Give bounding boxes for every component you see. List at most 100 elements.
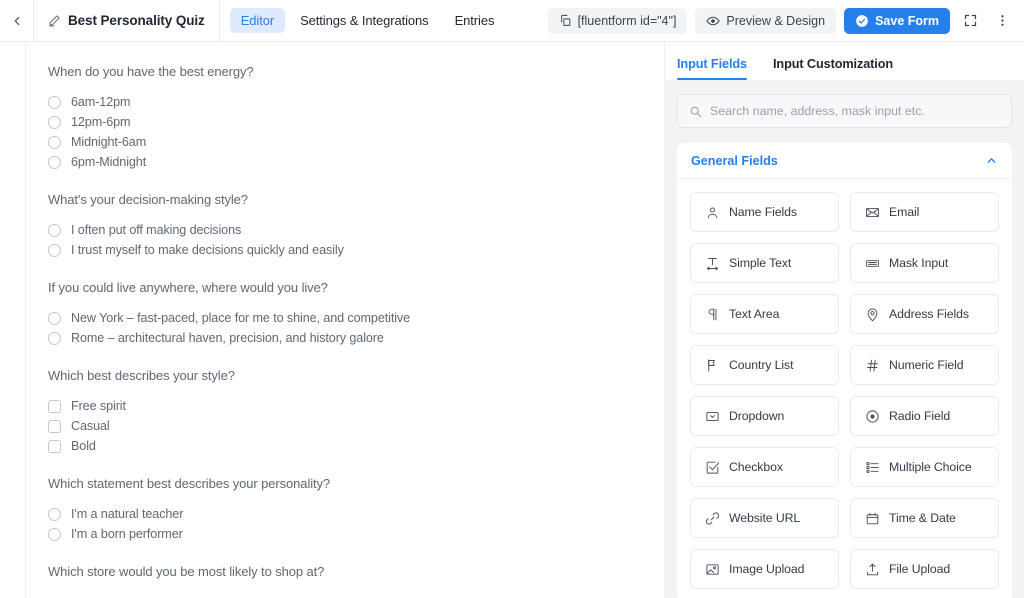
option-row[interactable]: New York – fast-paced, place for me to s… — [48, 308, 664, 328]
radio-input[interactable] — [48, 155, 61, 169]
fluentform-editor-app: Best Personality Quiz Editor Settings & … — [0, 0, 1024, 598]
question-block[interactable]: Which statement best describes your pers… — [48, 476, 664, 544]
radio-input[interactable] — [48, 331, 61, 345]
form-canvas[interactable]: When do you have the best energy? 6am-12p… — [0, 42, 665, 598]
option-row[interactable]: Casual — [48, 416, 664, 436]
option-row[interactable]: I trust myself to make decisions quickly… — [48, 240, 664, 260]
field-card-mask-input[interactable]: Mask Input — [850, 243, 999, 283]
copy-icon — [559, 14, 572, 27]
option-row[interactable]: Free spirit — [48, 396, 664, 416]
preview-design-button[interactable]: Preview & Design — [695, 7, 837, 34]
question-block[interactable]: If you could live anywhere, where would … — [48, 280, 664, 348]
fullscreen-button[interactable] — [958, 9, 982, 33]
more-options-button[interactable] — [990, 9, 1014, 33]
field-card-country-list[interactable]: Country List — [690, 345, 839, 385]
option-label: 6pm-Midnight — [71, 155, 147, 169]
map-pin-icon — [865, 307, 880, 322]
tab-editor[interactable]: Editor — [229, 8, 286, 33]
radio-input[interactable] — [48, 223, 61, 237]
select-caret-icon — [705, 409, 720, 424]
field-card-multiple-choice[interactable]: Multiple Choice — [850, 447, 999, 487]
option-label: I often put off making decisions — [71, 223, 242, 237]
field-card-time-date[interactable]: Time & Date — [850, 498, 999, 538]
field-card-label: Time & Date — [889, 511, 956, 525]
radio-input[interactable] — [48, 243, 61, 257]
option-row[interactable]: 6pm-Midnight — [48, 152, 664, 172]
shortcode-chip[interactable]: [fluentform id="4"] — [547, 7, 688, 34]
radio-input[interactable] — [48, 527, 61, 541]
search-field-wrapper[interactable] — [677, 94, 1012, 128]
field-card-dropdown[interactable]: Dropdown — [690, 396, 839, 436]
field-card-simple-text[interactable]: Simple Text — [690, 243, 839, 283]
back-button[interactable] — [0, 0, 34, 41]
field-card-label: File Upload — [889, 562, 951, 576]
field-card-name-fields[interactable]: Name Fields — [690, 192, 839, 232]
checkbox-input[interactable] — [48, 399, 61, 413]
field-card-label: Country List — [729, 358, 794, 372]
option-row[interactable]: 12pm-6pm — [48, 112, 664, 132]
option-row[interactable]: Rome – architectural haven, precision, a… — [48, 328, 664, 348]
field-card-label: Dropdown — [729, 409, 785, 423]
field-card-email[interactable]: Email — [850, 192, 999, 232]
option-label: I'm a born performer — [71, 527, 183, 541]
option-row[interactable]: 6am-12pm — [48, 92, 664, 112]
field-card-checkbox[interactable]: Checkbox — [690, 447, 839, 487]
field-card-label: Multiple Choice — [889, 460, 972, 474]
general-fields-group-header[interactable]: General Fields — [677, 143, 1012, 179]
tab-settings-integrations[interactable]: Settings & Integrations — [289, 8, 440, 33]
radio-input[interactable] — [48, 95, 61, 109]
checkbox-input[interactable] — [48, 419, 61, 433]
preview-design-label: Preview & Design — [726, 13, 826, 28]
check-circle-icon — [855, 14, 869, 28]
field-card-file-upload[interactable]: File Upload — [850, 549, 999, 589]
option-label: Rome – architectural haven, precision, a… — [71, 331, 384, 345]
radio-input[interactable] — [48, 135, 61, 149]
text-width-icon — [705, 256, 720, 271]
tab-input-customization[interactable]: Input Customization — [773, 57, 893, 80]
radio-input[interactable] — [48, 311, 61, 325]
page-title: Best Personality Quiz — [68, 13, 205, 28]
field-card-label: Website URL — [729, 511, 801, 525]
field-card-address-fields[interactable]: Address Fields — [850, 294, 999, 334]
field-card-text-area[interactable]: Text Area — [690, 294, 839, 334]
option-row[interactable]: I'm a natural teacher — [48, 504, 664, 524]
option-label: 6am-12pm — [71, 95, 131, 109]
option-row[interactable]: Midnight-6am — [48, 132, 664, 152]
field-card-website-url[interactable]: Website URL — [690, 498, 839, 538]
checkbox-check-icon — [705, 460, 720, 475]
form-title-block[interactable]: Best Personality Quiz — [34, 0, 220, 41]
field-card-numeric-field[interactable]: Numeric Field — [850, 345, 999, 385]
tab-input-fields[interactable]: Input Fields — [677, 57, 747, 80]
field-card-image-upload[interactable]: Image Upload — [690, 549, 839, 589]
field-card-label: Radio Field — [889, 409, 951, 423]
save-form-button[interactable]: Save Form — [844, 7, 950, 34]
field-card-label: Numeric Field — [889, 358, 964, 372]
fullscreen-icon — [964, 14, 976, 27]
radio-input[interactable] — [48, 115, 61, 129]
sidebar-scroll-area[interactable]: General Fields Name Fields Email Simple Te… — [665, 80, 1024, 598]
eye-icon — [706, 14, 721, 28]
question-label: If you could live anywhere, where would … — [48, 280, 328, 295]
question-block[interactable]: Which store would you be most likely to … — [48, 564, 664, 579]
question-block[interactable]: What's your decision-making style? I ofte… — [48, 192, 664, 260]
checkbox-input[interactable] — [48, 439, 61, 453]
field-card-radio-field[interactable]: Radio Field — [850, 396, 999, 436]
more-vertical-icon — [1000, 15, 1004, 26]
shortcode-label: [fluentform id="4"] — [577, 13, 677, 28]
option-row[interactable]: I often put off making decisions — [48, 220, 664, 240]
search-input[interactable] — [710, 104, 1000, 118]
option-row[interactable]: I'm a born performer — [48, 524, 664, 544]
question-block[interactable]: Which best describes your style? Free spi… — [48, 368, 664, 456]
tab-entries[interactable]: Entries — [444, 8, 506, 33]
question-label: When do you have the best energy? — [48, 64, 254, 79]
keyboard-icon — [865, 256, 880, 271]
question-block[interactable]: When do you have the best energy? 6am-12p… — [48, 64, 664, 172]
field-card-label: Image Upload — [729, 562, 805, 576]
radio-input[interactable] — [48, 507, 61, 521]
chevron-up-icon[interactable] — [985, 154, 998, 167]
sidebar-tabs: Input Fields Input Customization — [665, 42, 1024, 80]
option-label: Casual — [71, 419, 110, 433]
option-row[interactable]: Bold — [48, 436, 664, 456]
field-card-label: Address Fields — [889, 307, 969, 321]
option-label: Bold — [71, 439, 96, 453]
